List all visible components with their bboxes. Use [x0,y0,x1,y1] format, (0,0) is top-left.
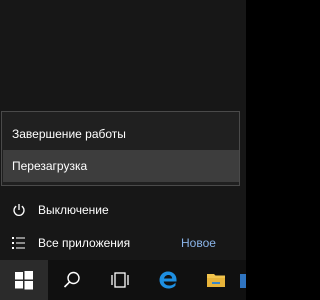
new-badge: Новое [181,236,216,250]
power-button[interactable]: Выключение [0,195,246,225]
edge-browser-button[interactable] [144,260,192,300]
all-apps-list-icon [12,237,25,249]
search-icon [63,271,80,288]
power-icon [13,204,25,216]
edge-icon [159,271,177,289]
search-button[interactable] [48,260,96,300]
all-apps-label: Все приложения [38,236,131,250]
desktop-screen: Завершение работы Перезагрузка Выключени… [0,0,246,300]
start-button[interactable] [0,260,48,300]
file-explorer-icon [207,274,225,287]
task-view-icon [111,272,129,288]
windows-logo-icon [15,271,33,290]
power-options-menu: Завершение работы Перезагрузка [1,111,240,186]
shutdown-menu-item[interactable]: Завершение работы [3,118,239,150]
task-view-button[interactable] [96,260,144,300]
file-explorer-button[interactable] [192,260,240,300]
restart-menu-item[interactable]: Перезагрузка [3,150,239,182]
store-icon [240,274,246,288]
store-button[interactable] [240,260,246,300]
power-label: Выключение [38,203,109,217]
start-menu: Завершение работы Перезагрузка Выключени… [0,0,246,260]
all-apps-button[interactable]: Все приложения Новое [0,228,246,258]
taskbar [0,260,246,300]
